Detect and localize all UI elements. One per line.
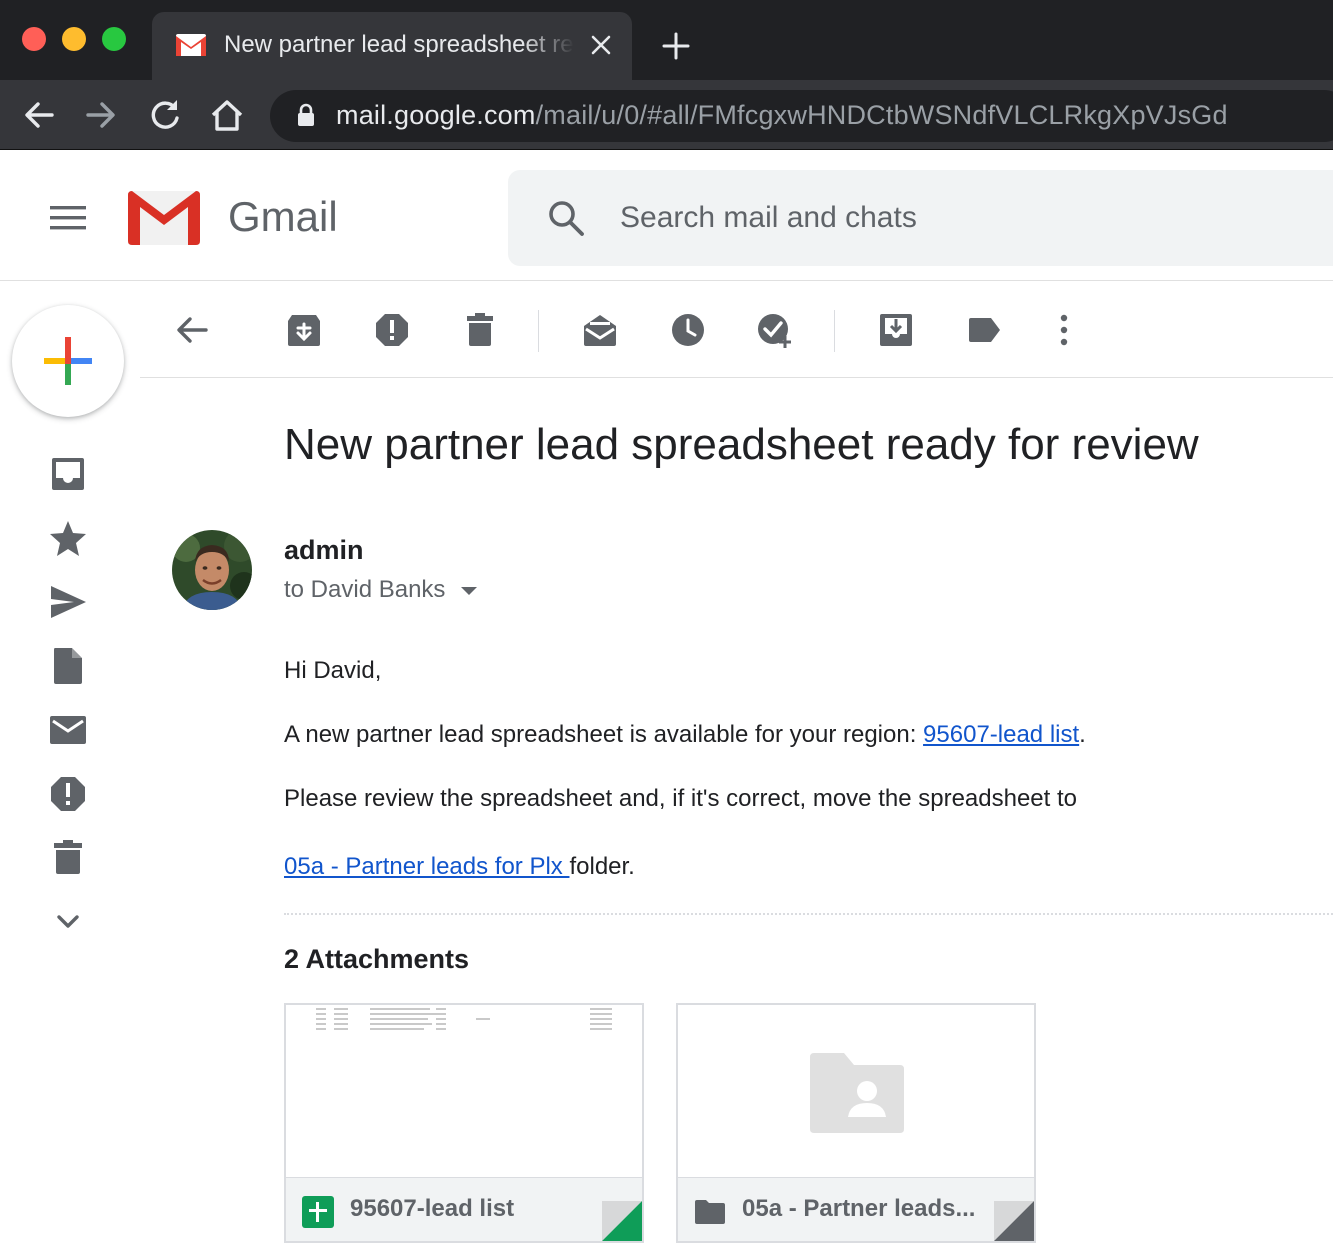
body-paragraph-2: Please review the spreadsheet and, if it… — [284, 785, 1078, 812]
compose-button[interactable] — [12, 305, 124, 417]
attachment-name: 95607-lead list — [350, 1195, 515, 1222]
report-spam-icon[interactable] — [374, 312, 410, 348]
body-text: folder. — [569, 853, 635, 880]
attachments-heading: 2 Attachments — [284, 944, 470, 974]
drafts-icon[interactable] — [48, 646, 88, 686]
gmail-favicon-icon — [176, 34, 206, 56]
starred-icon[interactable] — [48, 518, 88, 558]
back-to-list-icon[interactable] — [174, 312, 210, 348]
compose-plus-icon — [44, 337, 92, 385]
window-zoom-button[interactable] — [102, 27, 126, 51]
sent-icon[interactable] — [48, 582, 88, 622]
gmail-wordmark[interactable]: Gmail — [228, 193, 338, 241]
spreadsheet-thumbnail — [286, 1005, 642, 1177]
reload-icon[interactable] — [146, 96, 184, 134]
back-arrow-icon[interactable] — [20, 96, 58, 134]
url-path: /mail/u/0/#all/FMfcgxwHNDCtbWSNdfVLCLRkg… — [535, 100, 1228, 130]
toolbar-divider — [538, 310, 539, 352]
delete-icon[interactable] — [462, 312, 498, 348]
attachment-corner-fold — [602, 1201, 642, 1241]
browser-toolbar: mail.google.com/mail/u/0/#all/FMfcgxwHND… — [0, 80, 1333, 150]
lock-icon — [298, 103, 314, 126]
folder-thumbnail — [678, 1005, 1034, 1177]
address-bar[interactable]: mail.google.com/mail/u/0/#all/FMfcgxwHND… — [270, 90, 1333, 142]
gmail-header: Gmail — [0, 151, 1333, 281]
attachments-divider — [284, 913, 1333, 915]
browser-tab[interactable]: New partner lead spreadsheet ready for r… — [152, 12, 632, 80]
browser-tab-bar: New partner lead spreadsheet ready for r… — [0, 0, 1333, 80]
folder-icon — [695, 1200, 725, 1224]
attachment-card[interactable]: 05a - Partner leads... — [676, 1003, 1036, 1243]
attachment-card[interactable]: 95607-lead list — [284, 1003, 644, 1243]
more-options-icon[interactable] — [1046, 312, 1082, 348]
search-bar[interactable] — [508, 170, 1333, 266]
gmail-logo-icon[interactable] — [128, 191, 200, 245]
shared-folder-icon — [810, 1053, 904, 1133]
window-minimize-button[interactable] — [62, 27, 86, 51]
url-text: mail.google.com/mail/u/0/#all/FMfcgxwHND… — [336, 100, 1228, 131]
spam-icon[interactable] — [48, 774, 88, 814]
greeting-text: Hi David, — [284, 657, 382, 684]
body-paragraph-1: A new partner lead spreadsheet is availa… — [284, 721, 1086, 749]
partner-leads-folder-link[interactable]: 05a - Partner leads for Plx — [284, 853, 569, 880]
more-labels-chevron-icon[interactable] — [48, 902, 88, 942]
google-sheets-icon — [302, 1196, 334, 1228]
tab-title: New partner lead spreadsheet ready for r… — [224, 31, 574, 58]
search-input[interactable] — [620, 198, 1220, 238]
toolbar-divider — [834, 310, 835, 352]
labels-icon[interactable] — [966, 312, 1002, 348]
add-to-tasks-icon[interactable] — [756, 312, 792, 348]
tab-close-icon[interactable] — [588, 32, 614, 58]
move-to-icon[interactable] — [878, 312, 914, 348]
window-close-button[interactable] — [22, 27, 46, 51]
trash-icon[interactable] — [48, 838, 88, 878]
body-text: . — [1079, 721, 1086, 748]
sender-avatar[interactable] — [172, 530, 252, 610]
url-host: mail.google.com — [336, 100, 536, 130]
home-icon[interactable] — [208, 96, 246, 134]
all-mail-icon[interactable] — [48, 710, 88, 750]
sender-name[interactable]: admin — [284, 535, 364, 566]
archive-icon[interactable] — [286, 312, 322, 348]
body-text: A new partner lead spreadsheet is availa… — [284, 721, 924, 748]
recipient-details-caret-icon[interactable] — [460, 586, 478, 596]
attachment-corner-fold — [994, 1201, 1034, 1241]
attachment-name: 05a - Partner leads... — [742, 1195, 976, 1222]
lead-list-link[interactable]: 95607-lead list — [923, 721, 1079, 748]
search-icon[interactable] — [546, 198, 586, 238]
new-tab-icon[interactable] — [660, 30, 692, 62]
snooze-clock-icon[interactable] — [670, 312, 706, 348]
main-menu-icon[interactable] — [50, 205, 86, 231]
recipients-text: to David Banks — [284, 576, 446, 603]
mark-as-unread-icon[interactable] — [582, 312, 618, 348]
inbox-icon[interactable] — [48, 454, 88, 494]
body-paragraph-3: 05a - Partner leads for Plx folder. — [284, 853, 635, 881]
message-subject: New partner lead spreadsheet ready for r… — [284, 420, 1199, 469]
forward-arrow-icon[interactable] — [82, 96, 120, 134]
message-toolbar — [140, 282, 1333, 378]
